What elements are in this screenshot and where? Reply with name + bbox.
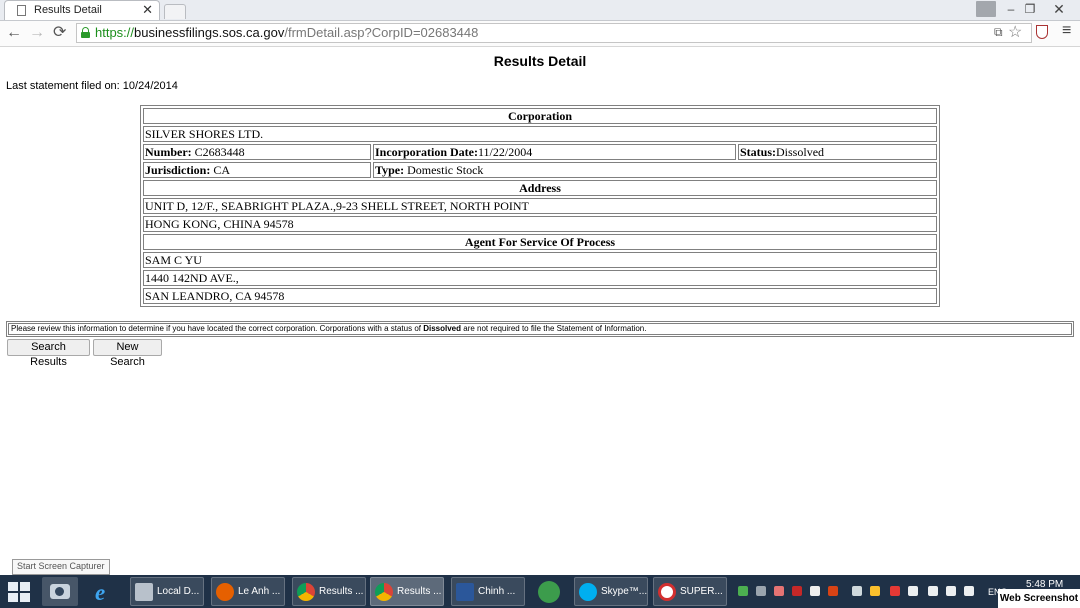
- type-value: Domestic Stock: [404, 163, 484, 177]
- agent-address-line-1: 1440 142ND AVE.,: [143, 270, 937, 286]
- network-icon[interactable]: [928, 586, 938, 596]
- volume-icon[interactable]: [946, 586, 956, 596]
- new-search-button[interactable]: New Search: [93, 339, 162, 368]
- windows-start-icon[interactable]: [8, 582, 30, 602]
- last-filed-date: 10/24/2014: [122, 80, 178, 92]
- signal-icon[interactable]: [964, 586, 974, 596]
- incorporation-date-value: 11/22/2004: [477, 145, 533, 159]
- jurisdiction-cell: Jurisdiction: CA: [143, 162, 371, 178]
- type-cell: Type: Domestic Stock: [373, 162, 937, 178]
- page-content: Results Detail Last statement filed on: …: [0, 47, 1080, 573]
- taskbar-item-chrome-2[interactable]: Results ...: [370, 577, 444, 606]
- agent-name: SAM C YU: [143, 252, 937, 268]
- review-notice-text: Please review this information to determ…: [8, 323, 1072, 335]
- tab-title: Results Detail: [34, 4, 102, 16]
- tray-icon-2[interactable]: [756, 586, 766, 596]
- camera-capture-icon[interactable]: [42, 577, 78, 606]
- number-value: C2683448: [191, 145, 245, 159]
- taskbar-item-chrome-1[interactable]: Results ...: [292, 577, 366, 606]
- results-detail-table: Corporation SILVER SHORES LTD. Number: C…: [140, 105, 940, 307]
- back-button[interactable]: ←: [6, 23, 22, 43]
- minimize-button[interactable]: –: [1004, 0, 1018, 20]
- status-value: Dissolved: [776, 145, 825, 159]
- page-title: Results Detail: [493, 53, 587, 69]
- globe-icon[interactable]: [532, 577, 568, 606]
- tab-bar: Results Detail ✕ – ❐ ✕: [0, 0, 1080, 21]
- number-cell: Number: C2683448: [143, 144, 371, 160]
- firefox-icon: [216, 583, 234, 601]
- tray-icon-8[interactable]: [870, 586, 880, 596]
- tray-icon-5[interactable]: [810, 586, 820, 596]
- computer-icon: [135, 583, 153, 601]
- last-statement-filed: Last statement filed on: 10/24/2014: [6, 80, 178, 92]
- last-filed-label: Last statement filed on:: [6, 80, 120, 92]
- menu-icon[interactable]: ≡: [1062, 22, 1071, 40]
- tray-icon-3[interactable]: [774, 586, 784, 596]
- tray-icon-9[interactable]: [890, 586, 900, 596]
- internet-explorer-icon[interactable]: e: [88, 577, 124, 606]
- agent-address-line-2: SAN LEANDRO, CA 94578: [143, 288, 937, 304]
- address-bar[interactable]: https://businessfilings.sos.ca.gov/frmDe…: [76, 23, 1032, 43]
- corporation-header: Corporation: [143, 108, 937, 124]
- tray-icon-1[interactable]: [738, 586, 748, 596]
- taskbar-item-firefox[interactable]: Le Anh ...: [211, 577, 285, 606]
- close-window-button[interactable]: ✕: [1044, 0, 1074, 20]
- translate-icon[interactable]: ⧉: [994, 25, 1003, 40]
- restore-button[interactable]: ❐: [1022, 0, 1038, 20]
- close-icon[interactable]: ✕: [142, 2, 153, 18]
- status-label: Status:: [740, 145, 777, 159]
- agent-header: Agent For Service Of Process: [143, 234, 937, 250]
- incorporation-date-cell: Incorporation Date:11/22/2004: [373, 144, 736, 160]
- extension-shield-icon[interactable]: [1036, 25, 1048, 39]
- type-label: Type:: [375, 163, 405, 177]
- screen-capturer-tooltip: Start Screen Capturer: [12, 559, 110, 575]
- address-header: Address: [143, 180, 937, 196]
- incorporation-date-label: Incorporation Date:: [375, 145, 478, 159]
- reload-button[interactable]: ⟳: [53, 23, 66, 43]
- tray-icon-4[interactable]: [792, 586, 802, 596]
- bookmark-star-icon[interactable]: ☆: [1008, 22, 1022, 42]
- address-line-2: HONG KONG, CHINA 94578: [143, 216, 937, 232]
- number-label: Number:: [145, 145, 192, 159]
- no-entry-icon: [658, 583, 676, 601]
- new-tab-button[interactable]: [164, 4, 186, 19]
- url-text[interactable]: https://businessfilings.sos.ca.gov/frmDe…: [95, 25, 478, 40]
- tab-results-detail[interactable]: Results Detail ✕: [4, 0, 160, 20]
- chrome-icon: [297, 583, 315, 601]
- search-results-button[interactable]: Search Results: [7, 339, 90, 368]
- taskbar-item-local-disk[interactable]: Local D...: [130, 577, 204, 606]
- web-screenshot-watermark: Web Screenshot: [998, 589, 1080, 608]
- taskbar-item-word[interactable]: Chinh ...: [451, 577, 525, 606]
- jurisdiction-label: Jurisdiction:: [145, 163, 211, 177]
- tray-icon-6[interactable]: [828, 586, 838, 596]
- address-line-1: UNIT D, 12/F., SEABRIGHT PLAZA.,9-23 SHE…: [143, 198, 937, 214]
- browser-toolbar: ← → ⟳ https://businessfilings.sos.ca.gov…: [0, 21, 1080, 47]
- lock-icon: [81, 27, 90, 38]
- dissolved-bold: Dissolved: [423, 324, 462, 333]
- taskbar-item-super[interactable]: SUPER...: [653, 577, 727, 606]
- tray-icon-7[interactable]: [852, 586, 862, 596]
- review-notice: Please review this information to determ…: [6, 321, 1074, 337]
- corporation-name: SILVER SHORES LTD.: [143, 126, 937, 142]
- user-icon[interactable]: [976, 1, 996, 17]
- skype-icon: [579, 583, 597, 601]
- windows-taskbar: e Local D... Le Anh ... Results ... Resu…: [0, 575, 1080, 608]
- jurisdiction-value: CA: [210, 163, 231, 177]
- taskbar-item-skype[interactable]: Skype™...: [574, 577, 648, 606]
- chrome-icon: [375, 583, 393, 601]
- status-cell: Status:Dissolved: [738, 144, 937, 160]
- forward-button[interactable]: →: [29, 23, 45, 43]
- flag-icon[interactable]: [908, 586, 918, 596]
- word-icon: [456, 583, 474, 601]
- page-icon: [17, 5, 26, 16]
